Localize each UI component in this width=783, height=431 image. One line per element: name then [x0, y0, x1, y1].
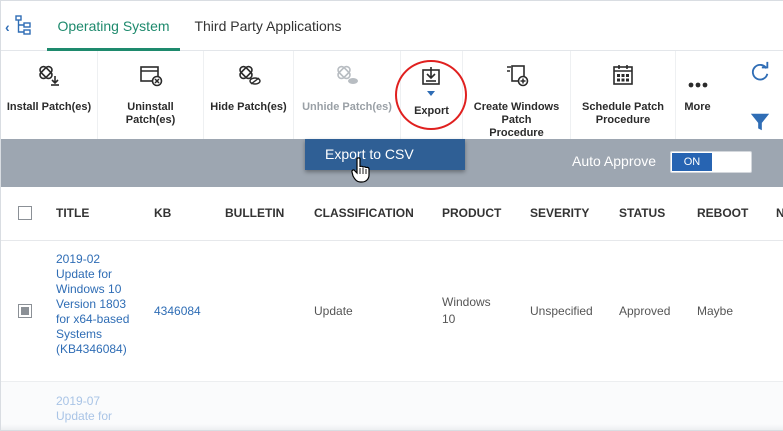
title-line: 2019-02	[56, 252, 101, 266]
hide-patches-label: Hide Patch(es)	[210, 101, 287, 113]
title-line: Windows 10	[56, 282, 122, 296]
unhide-patches-button[interactable]: Unhide Patch(es)	[294, 51, 401, 139]
refresh-icon[interactable]	[749, 61, 771, 83]
column-header-title[interactable]: TITLE	[56, 206, 89, 220]
title-line: Update for	[56, 267, 113, 281]
patch-management-panel: ‹ Operating System Third Party Applicati…	[0, 0, 783, 431]
auto-approve-state: ON	[672, 153, 712, 171]
uninstall-patches-label: Uninstall Patch(es)	[125, 101, 176, 126]
caret-down-icon	[427, 91, 435, 96]
tab-operating-system[interactable]: Operating System	[47, 1, 180, 51]
unhide-patch-icon	[337, 65, 358, 84]
patch-title-link[interactable]: 2019-02 Update for Windows 10 Version 18…	[56, 252, 129, 357]
title-line: for x64-based	[56, 312, 130, 326]
table-header: TITLE KB BULLETIN CLASSIFICATION PRODUCT…	[1, 187, 783, 241]
export-label: Export	[414, 105, 449, 117]
calendar-icon	[613, 65, 633, 85]
column-header-kb[interactable]: KB	[154, 206, 171, 220]
toolbar: Install Patch(es) Uninstall Patch(es) Hi…	[1, 51, 783, 139]
schedule-patch-procedure-button[interactable]: Schedule Patch Procedure	[571, 51, 676, 139]
uninstall-window-icon	[139, 66, 162, 87]
hide-patch-icon	[238, 65, 261, 85]
table-row[interactable]: 2019-02 Update for Windows 10 Version 18…	[1, 242, 783, 382]
tab-third-party-applications[interactable]: Third Party Applications	[187, 1, 349, 51]
filter-icon[interactable]	[749, 111, 771, 133]
create-procedure-label: Create Windows Patch Procedure	[473, 101, 560, 139]
export-icon	[421, 67, 440, 85]
column-header-severity[interactable]: SEVERITY	[530, 206, 589, 220]
back-tree-button[interactable]: ‹	[5, 15, 35, 39]
tree-icon	[15, 15, 31, 35]
more-label: More	[684, 101, 711, 113]
title-line: 2019-07	[56, 394, 101, 408]
patch-title-link[interactable]: 2019-07 Update for	[56, 394, 112, 424]
unhide-patches-label: Unhide Patch(es)	[302, 101, 392, 113]
status-cell: Approved	[619, 304, 671, 318]
select-all-checkbox[interactable]	[18, 206, 32, 220]
kb-link[interactable]: 4346084	[154, 304, 201, 319]
create-procedure-icon	[506, 65, 528, 87]
more-button[interactable]: More	[676, 51, 719, 139]
install-patch-icon	[39, 65, 59, 86]
chevron-left-icon: ‹	[5, 19, 10, 35]
column-header-classification[interactable]: CLASSIFICATION	[314, 206, 414, 220]
title-line: Version 1803	[56, 297, 127, 311]
install-patches-button[interactable]: Install Patch(es)	[1, 51, 98, 139]
reboot-cell: Maybe	[697, 304, 734, 318]
export-button[interactable]: Export	[401, 51, 463, 139]
auto-approve-toggle[interactable]: ON	[670, 151, 752, 173]
uninstall-patches-button[interactable]: Uninstall Patch(es)	[98, 51, 204, 139]
classification-cell: Update	[314, 304, 353, 318]
title-line: (KB4346084)	[56, 342, 127, 356]
column-header-bulletin[interactable]: BULLETIN	[225, 206, 284, 220]
bottom-fade	[1, 424, 783, 430]
product-line: 10	[442, 312, 456, 326]
install-patches-label: Install Patch(es)	[6, 101, 92, 113]
row-checkbox[interactable]	[18, 304, 32, 318]
hand-cursor-icon	[351, 157, 370, 183]
column-header-product[interactable]: PRODUCT	[442, 206, 501, 220]
product-line: Windows	[442, 295, 491, 309]
column-header-status[interactable]: STATUS	[619, 206, 665, 220]
export-to-csv-menu-item[interactable]: Export to CSV	[305, 139, 465, 170]
product-cell: Windows 10	[442, 294, 491, 328]
severity-cell: Unspecified	[530, 304, 593, 318]
column-header-reboot[interactable]: REBOOT	[697, 206, 748, 220]
title-line: Systems	[56, 327, 103, 341]
hide-patches-button[interactable]: Hide Patch(es)	[204, 51, 294, 139]
auto-approve-label: Auto Approve	[572, 153, 657, 169]
title-line: Update for	[56, 409, 113, 423]
tab-bar: ‹ Operating System Third Party Applicati…	[1, 1, 783, 51]
more-dots-icon	[688, 82, 707, 88]
create-windows-patch-procedure-button[interactable]: Create Windows Patch Procedure	[463, 51, 571, 139]
schedule-procedure-label: Schedule Patch Procedure	[582, 101, 664, 126]
column-header-n[interactable]: N	[776, 206, 783, 220]
